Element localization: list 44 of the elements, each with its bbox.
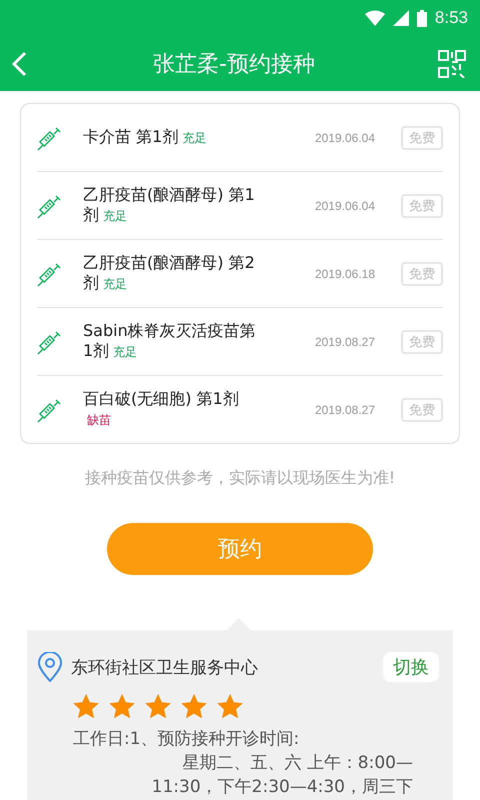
hours-text: 11:30，下午2:30—4:30，周三下 (150, 776, 413, 799)
star-icon (109, 694, 135, 719)
stock-status: 充足 (113, 345, 138, 359)
star-icon (181, 694, 207, 719)
stock-status: 充足 (103, 277, 127, 291)
syringe-icon (37, 124, 63, 150)
star-icon (145, 694, 171, 719)
vaccine-name: 卡介苗 第1剂 充足 (83, 127, 208, 148)
clinic-name: 东环街社区卫生服务中心 (71, 656, 258, 678)
vaccine-date: 2019.06.04 (314, 130, 375, 144)
status-time: 8:53 (434, 8, 468, 28)
vaccine-date: 2019.06.04 (314, 198, 375, 212)
vaccine-date: 2019.08.27 (314, 334, 375, 348)
price-tag: 免费 (401, 398, 443, 422)
stock-status: 充足 (182, 131, 206, 145)
vaccine-name: 百白破(无细胞) 第1剂 缺苗 (83, 389, 240, 429)
location-pin-icon (37, 652, 63, 682)
vaccine-name: Sabin株脊灰灭活疫苗第1剂 充足 (83, 321, 257, 362)
price-tag: 免费 (401, 330, 443, 354)
star-icon (217, 694, 243, 719)
stock-status: 充足 (103, 209, 127, 223)
syringe-icon (37, 192, 63, 218)
price-tag: 免费 (401, 194, 443, 218)
notice-text: 接种疫苗仅供参考，实际请以现场医生为准! (84, 468, 396, 489)
qr-code-icon[interactable] (438, 50, 466, 78)
hours-text: 星期二、五、六 上午：8:00— (181, 752, 413, 775)
vaccine-date: 2019.08.27 (314, 402, 375, 416)
hours-text: 工作日:1、预防接种开诊时间: (73, 728, 300, 751)
vaccine-date: 2019.06.18 (314, 266, 375, 280)
price-tag: 免费 (401, 262, 443, 286)
wifi-icon (364, 10, 385, 26)
book-button[interactable]: 预约 (107, 523, 373, 575)
stock-status: 缺苗 (87, 413, 111, 427)
vaccine-name: 乙肝疫苗(酿酒酵母) 第2剂 充足 (83, 253, 256, 294)
star-icon (73, 694, 99, 719)
syringe-icon (37, 328, 63, 354)
vaccine-name: 乙肝疫苗(酿酒酵母) 第1剂 充足 (83, 185, 256, 226)
price-tag: 免费 (401, 126, 443, 150)
battery-icon (416, 10, 427, 26)
signal-icon (392, 10, 409, 26)
syringe-icon (37, 396, 63, 422)
switch-button[interactable]: 切换 (383, 652, 439, 682)
page-title: 张芷柔-预约接种 (153, 50, 315, 78)
syringe-icon (37, 260, 63, 286)
